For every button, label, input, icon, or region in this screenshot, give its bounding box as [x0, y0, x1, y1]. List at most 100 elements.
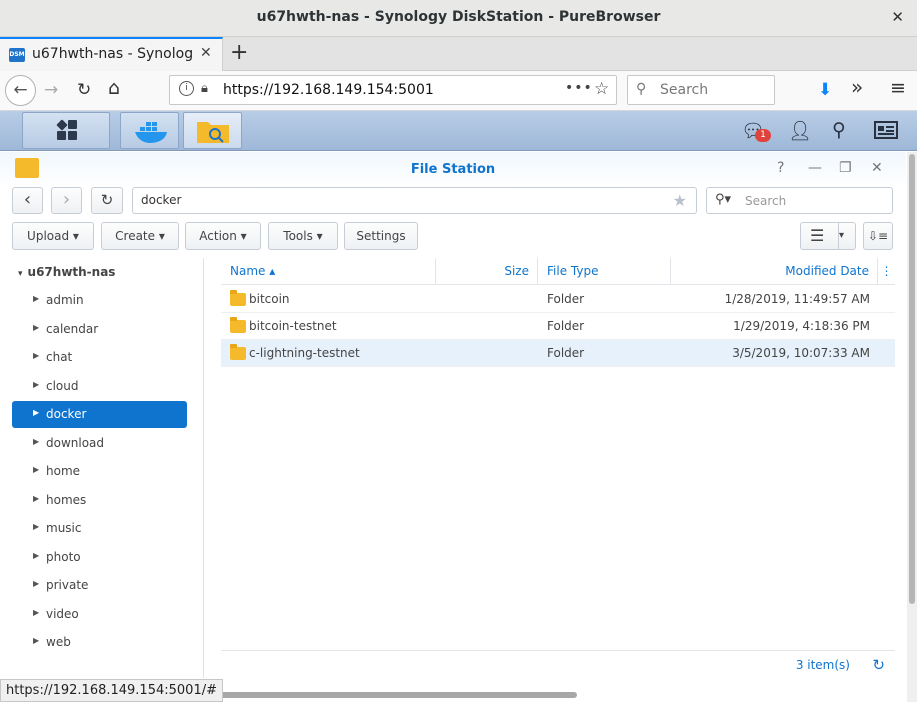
path-text: docker: [141, 193, 182, 207]
tree-item-label: private: [46, 578, 89, 592]
fs-back-button[interactable]: ‹: [12, 187, 43, 214]
tree-item-private[interactable]: ▶ private: [12, 572, 187, 599]
action-button[interactable]: Action ▾: [185, 222, 261, 250]
table-row[interactable]: bitcoin Folder 1/28/2019, 11:49:57 AM: [221, 286, 895, 313]
column-name[interactable]: Name ▴: [221, 258, 436, 285]
tree-item-music[interactable]: ▶ music: [12, 515, 187, 542]
expand-arrow-icon[interactable]: ▶: [33, 351, 39, 360]
browser-navbar: ← → ↻ ⌂ i 🔒︎ https://192.168.149.154:500…: [0, 71, 917, 111]
tree-item-label: photo: [46, 549, 81, 564]
expand-arrow-icon[interactable]: ▶: [33, 636, 39, 645]
bookmark-star-icon[interactable]: ☆: [594, 79, 609, 99]
dsm-search-icon[interactable]: ⚲: [832, 119, 846, 141]
tree-item-download[interactable]: ▶ download: [12, 430, 187, 457]
table-row[interactable]: bitcoin-testnet Folder 1/29/2019, 4:18:36 …: [221, 313, 895, 340]
expand-arrow-icon[interactable]: ▶: [33, 522, 39, 531]
view-mode-button[interactable]: ☰ ▾: [800, 222, 856, 250]
tree-item-video[interactable]: ▶ video: [12, 601, 187, 628]
favorite-star-icon[interactable]: ★: [673, 191, 687, 210]
back-button[interactable]: ←: [5, 75, 36, 106]
column-options-icon[interactable]: ⋮: [878, 258, 895, 285]
expand-arrow-icon[interactable]: ▶: [33, 494, 39, 503]
column-file-type[interactable]: File Type: [538, 258, 671, 285]
window-close-icon[interactable]: ✕: [891, 8, 904, 26]
expand-arrow-icon[interactable]: ▶: [33, 380, 39, 389]
widgets-icon[interactable]: [874, 120, 898, 145]
url-text[interactable]: https://192.168.149.154:5001: [223, 82, 434, 98]
docker-app-button[interactable]: [120, 112, 179, 149]
list-view-icon: ☰: [810, 226, 825, 245]
tree-item-homes[interactable]: ▶ homes: [12, 487, 187, 514]
tools-button[interactable]: Tools ▾: [268, 222, 338, 250]
user-icon[interactable]: 👤︎: [788, 119, 812, 142]
cell-file-type: Folder: [547, 319, 585, 333]
tab-close-icon[interactable]: ✕: [200, 45, 212, 61]
item-count: 3 item(s): [795, 658, 850, 672]
expand-arrow-icon[interactable]: ▶: [33, 294, 39, 303]
table-row[interactable]: c-lightning-testnet Folder 3/5/2019, 10:07…: [221, 340, 895, 367]
reload-button[interactable]: ↻: [77, 79, 91, 101]
tree-item-chat[interactable]: ▶ chat: [12, 344, 187, 371]
scrollbar-thumb[interactable]: [909, 154, 915, 604]
create-button[interactable]: Create ▾: [101, 222, 179, 250]
menu-icon[interactable]: ≡: [890, 77, 906, 99]
fs-search-icon[interactable]: ⚲▾: [715, 192, 731, 207]
tree-root-label: u67hwth-nas: [27, 265, 116, 279]
tree-item-photo[interactable]: ▶ photo: [12, 544, 187, 571]
tree-item-label: admin: [46, 293, 84, 307]
vertical-scrollbar[interactable]: [907, 152, 917, 702]
file-station-app-button[interactable]: [183, 112, 242, 149]
column-modified-date[interactable]: Modified Date: [671, 258, 878, 285]
cell-modified-date: 3/5/2019, 10:07:33 AM: [732, 346, 870, 360]
page-actions-icon[interactable]: •••: [565, 80, 593, 96]
horizontal-scrollbar[interactable]: [220, 692, 577, 698]
tree-item-cloud[interactable]: ▶ cloud: [12, 373, 187, 400]
expand-arrow-icon[interactable]: ▶: [33, 579, 39, 588]
tree-item-docker[interactable]: ▶ docker: [12, 401, 187, 428]
expand-arrow-icon[interactable]: ▶: [33, 608, 39, 617]
folder-icon: [230, 290, 246, 306]
tree-root[interactable]: ▾ u67hwth-nas: [18, 265, 115, 279]
file-list-footer: 3 item(s) ↻: [221, 650, 895, 678]
file-station-title: File Station: [410, 162, 496, 177]
forward-button[interactable]: →: [44, 79, 58, 101]
tree-root-arrow-icon[interactable]: ▾: [18, 269, 23, 279]
restore-icon[interactable]: ❐: [839, 160, 852, 176]
expand-arrow-icon[interactable]: ▶: [33, 551, 39, 560]
overflow-icon[interactable]: »: [851, 76, 863, 98]
expand-arrow-icon[interactable]: ▶: [33, 323, 39, 332]
settings-button[interactable]: Settings: [344, 222, 418, 250]
file-list-header: Name ▴ Size File Type Modified Date ⋮: [221, 258, 895, 285]
fs-forward-button[interactable]: ›: [51, 187, 82, 214]
tree-item-calendar[interactable]: ▶ calendar: [12, 316, 187, 343]
close-icon[interactable]: ✕: [871, 160, 883, 176]
browser-search-input[interactable]: ⚲ Search: [627, 75, 775, 105]
column-size[interactable]: Size: [436, 258, 538, 285]
path-bar[interactable]: docker ★: [132, 187, 697, 214]
window-title: u67hwth-nas - Synology DiskStation - Pur…: [256, 9, 661, 25]
tree-item-admin[interactable]: ▶ admin: [12, 287, 187, 314]
file-station-folder-icon: [197, 122, 229, 143]
sort-button[interactable]: ⇩≡: [863, 222, 893, 250]
tree-item-home[interactable]: ▶ home: [12, 458, 187, 485]
main-menu-button[interactable]: [22, 112, 110, 149]
fs-search-input[interactable]: ⚲▾ Search: [706, 187, 893, 214]
help-icon[interactable]: ?: [777, 160, 784, 176]
footer-refresh-icon[interactable]: ↻: [872, 656, 885, 674]
tree-item-label: homes: [46, 492, 87, 507]
url-bar[interactable]: i 🔒︎ https://192.168.149.154:5001 ••• ☆: [169, 75, 617, 105]
expand-arrow-icon[interactable]: ▶: [33, 465, 39, 474]
fs-search-placeholder: Search: [745, 194, 787, 208]
expand-arrow-icon[interactable]: ▶: [33, 408, 39, 417]
tree-item-web[interactable]: ▶ web: [12, 629, 187, 656]
upload-button[interactable]: Upload ▾: [12, 222, 94, 250]
download-icon[interactable]: ⬇: [818, 79, 832, 101]
expand-arrow-icon[interactable]: ▶: [33, 437, 39, 446]
site-info-icon[interactable]: i: [179, 81, 194, 96]
minimize-icon[interactable]: —: [808, 160, 822, 176]
fs-refresh-button[interactable]: ↻: [91, 187, 123, 214]
home-button[interactable]: ⌂: [108, 77, 120, 99]
new-tab-button[interactable]: +: [230, 40, 248, 66]
view-dropdown-icon[interactable]: ▾: [838, 223, 856, 249]
tab-dsm[interactable]: DSM u67hwth-nas - Synology DiskStation ✕: [0, 37, 223, 71]
